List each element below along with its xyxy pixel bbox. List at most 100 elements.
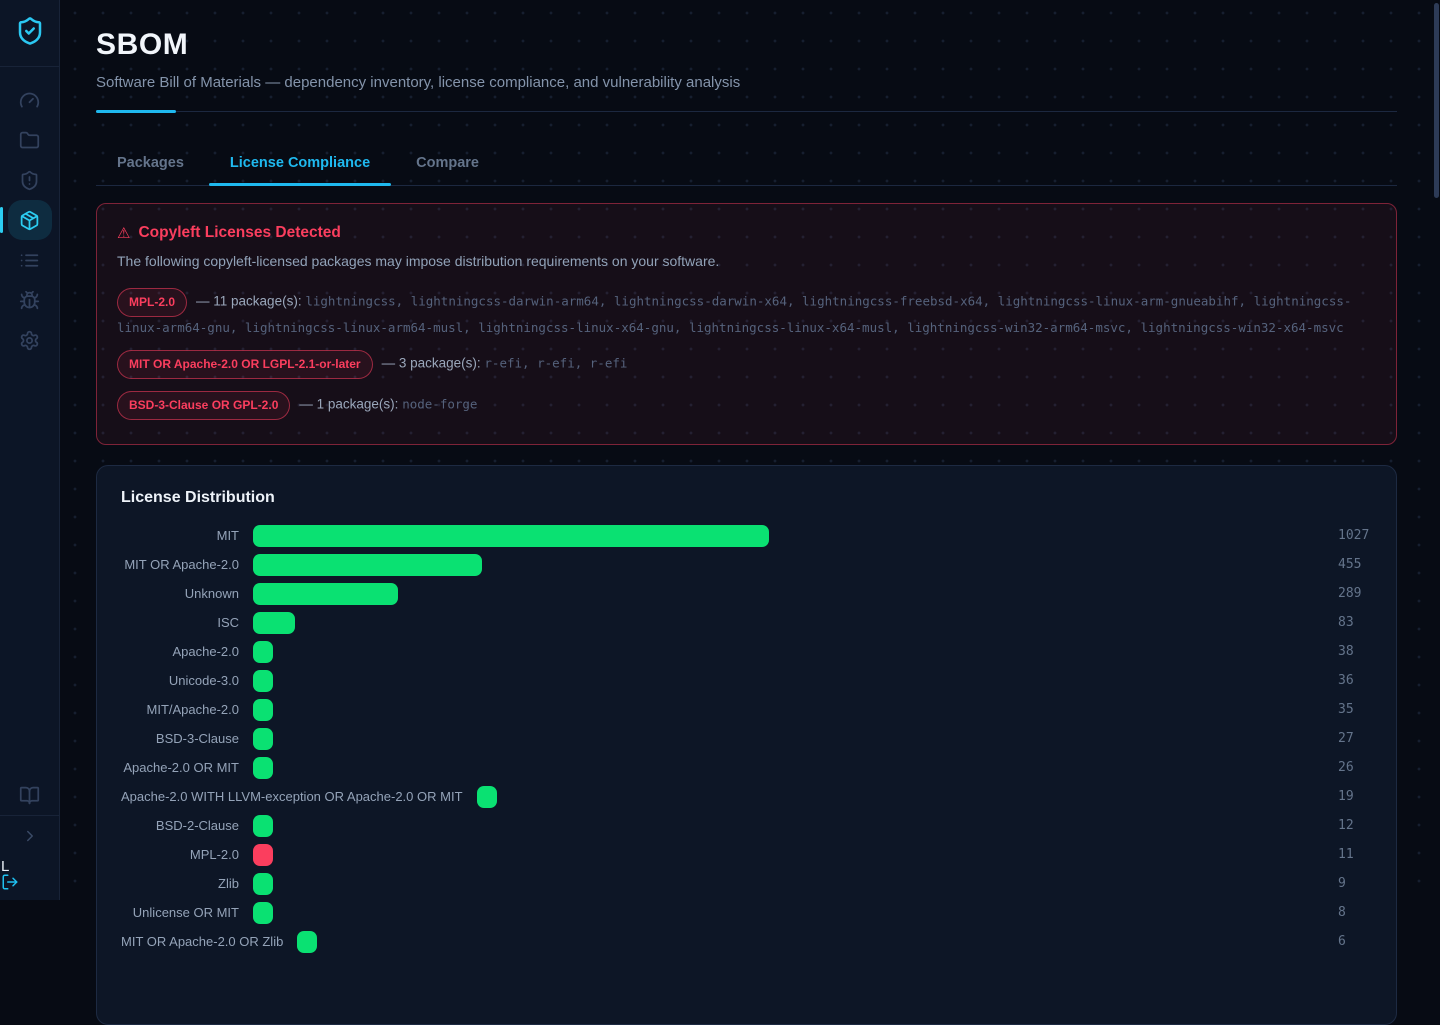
license-count: 1027 — [1338, 528, 1372, 543]
chevron-right-icon — [21, 827, 39, 845]
license-count: 12 — [1338, 818, 1372, 833]
license-label: MIT/Apache-2.0 — [121, 702, 239, 717]
license-label: Apache-2.0 WITH LLVM-exception OR Apache… — [121, 789, 463, 804]
chart-title: License Distribution — [121, 489, 1372, 507]
chart-row: MPL-2.0 11 — [121, 840, 1372, 869]
folder-icon — [19, 130, 40, 151]
copyleft-warning-panel: ⚠ Copyleft Licenses Detected The followi… — [96, 203, 1397, 445]
license-bar-chart: MIT 1027 MIT OR Apache-2.0455 Unknown 289 ISC… — [121, 521, 1372, 956]
license-group: MIT OR Apache-2.0 OR LGPL-2.1-or-later — … — [117, 350, 1376, 379]
package-icon — [19, 210, 40, 231]
license-label: Apache-2.0 — [121, 644, 239, 659]
chart-row: Apache-2.0 WITH LLVM-exception OR Apache… — [121, 782, 1372, 811]
bug-icon — [19, 290, 40, 311]
license-bar — [253, 670, 273, 692]
chart-row: Unicode-3.036 — [121, 666, 1372, 695]
license-badge: MIT OR Apache-2.0 OR LGPL-2.1-or-later — [117, 350, 373, 379]
license-count: 26 — [1338, 760, 1372, 775]
scrollbar-thumb[interactable] — [1434, 3, 1439, 198]
license-bar — [253, 554, 482, 576]
list-icon — [19, 250, 40, 271]
tab-packages[interactable]: Packages — [96, 141, 205, 185]
sidebar-collapse-button[interactable] — [8, 816, 52, 856]
app-logo[interactable] — [0, 0, 59, 67]
license-count: 289 — [1338, 586, 1372, 601]
license-bar — [253, 612, 295, 634]
sidebar-item-sbom[interactable] — [8, 200, 52, 240]
sidebar-item-dashboard[interactable] — [8, 80, 52, 120]
license-label: Unlicense OR MIT — [121, 905, 239, 920]
license-count: 36 — [1338, 673, 1372, 688]
package-list: lightningcss, lightningcss-darwin-arm64,… — [117, 294, 1351, 336]
license-group: MPL-2.0— 11 package(s): lightningcss, li… — [117, 288, 1376, 338]
package-count: — 1 package(s): — [299, 397, 398, 412]
license-count: 9 — [1338, 876, 1372, 891]
warning-triangle-icon: ⚠ — [117, 224, 130, 242]
chart-row: Zlib 9 — [121, 869, 1372, 898]
package-count: — 11 package(s): — [196, 294, 302, 309]
log-out-icon[interactable] — [1, 873, 19, 896]
shield-check-icon — [15, 16, 45, 51]
license-count: 83 — [1338, 615, 1372, 630]
shield-check-icon — [15, 16, 45, 46]
license-bar — [297, 931, 317, 953]
license-bar — [253, 815, 273, 837]
book-open-icon — [19, 785, 40, 806]
chart-row: Unknown 289 — [121, 579, 1372, 608]
license-count: 455 — [1338, 557, 1372, 572]
chart-row: MIT OR Apache-2.0455 — [121, 550, 1372, 579]
license-bar — [253, 873, 273, 895]
license-bar — [253, 699, 273, 721]
package-list: node-forge — [402, 397, 477, 412]
sidebar-item-reports[interactable] — [8, 240, 52, 280]
sidebar-item-projects[interactable] — [8, 120, 52, 160]
package-list: r-efi, r-efi, r-efi — [484, 356, 627, 371]
license-label: MIT OR Apache-2.0 OR Zlib — [121, 934, 283, 949]
gauge-icon — [19, 90, 40, 111]
license-bar — [253, 728, 273, 750]
log-out-icon — [1, 873, 19, 891]
warning-title: ⚠ Copyleft Licenses Detected — [117, 224, 1376, 242]
license-distribution-card: License Distribution MIT 1027 MIT OR Apach… — [96, 465, 1397, 1025]
license-label: MPL-2.0 — [121, 847, 239, 862]
license-bar — [253, 757, 273, 779]
license-label: Unknown — [121, 586, 239, 601]
sidebar-item-vulnerabilities[interactable] — [8, 160, 52, 200]
license-count: 27 — [1338, 731, 1372, 746]
header-divider — [96, 110, 1397, 113]
chart-row: ISC 83 — [121, 608, 1372, 637]
gear-icon — [19, 330, 40, 351]
sidebar: L — [0, 0, 60, 900]
warning-description: The following copyleft-licensed packages… — [117, 253, 1376, 269]
license-count: 8 — [1338, 905, 1372, 920]
tab-compare[interactable]: Compare — [395, 141, 500, 185]
tab-license-compliance[interactable]: License Compliance — [209, 141, 391, 185]
chart-row: Unlicense OR MIT 8 — [121, 898, 1372, 927]
sidebar-nav — [8, 80, 52, 360]
license-count: 35 — [1338, 702, 1372, 717]
sidebar-item-settings[interactable] — [8, 320, 52, 360]
license-label: Zlib — [121, 876, 239, 891]
package-count: — 3 package(s): — [382, 356, 481, 371]
license-count: 11 — [1338, 847, 1372, 862]
license-badge: BSD-3-Clause OR GPL-2.0 — [117, 391, 290, 420]
license-count: 38 — [1338, 644, 1372, 659]
license-label: MIT — [121, 528, 239, 543]
license-label: ISC — [121, 615, 239, 630]
license-bar — [253, 641, 273, 663]
sidebar-item-issues[interactable] — [8, 280, 52, 320]
license-label: BSD-3-Clause — [121, 731, 239, 746]
chart-row: BSD-3-Clause 27 — [121, 724, 1372, 753]
license-count: 19 — [1338, 789, 1372, 804]
license-count: 6 — [1338, 934, 1372, 949]
license-label: Apache-2.0 OR MIT — [121, 760, 239, 775]
chart-row: Apache-2.0 OR MIT 26 — [121, 753, 1372, 782]
sidebar-item-docs[interactable] — [8, 775, 52, 815]
license-groups: MPL-2.0— 11 package(s): lightningcss, li… — [117, 288, 1376, 420]
license-group: BSD-3-Clause OR GPL-2.0 — 1 package(s): n… — [117, 391, 1376, 420]
license-bar — [253, 902, 273, 924]
chart-row: BSD-2-Clause12 — [121, 811, 1372, 840]
chart-row: MIT 1027 — [121, 521, 1372, 550]
chart-row: Apache-2.0 38 — [121, 637, 1372, 666]
main-content: SBOM Software Bill of Materials — depend… — [60, 0, 1440, 1025]
